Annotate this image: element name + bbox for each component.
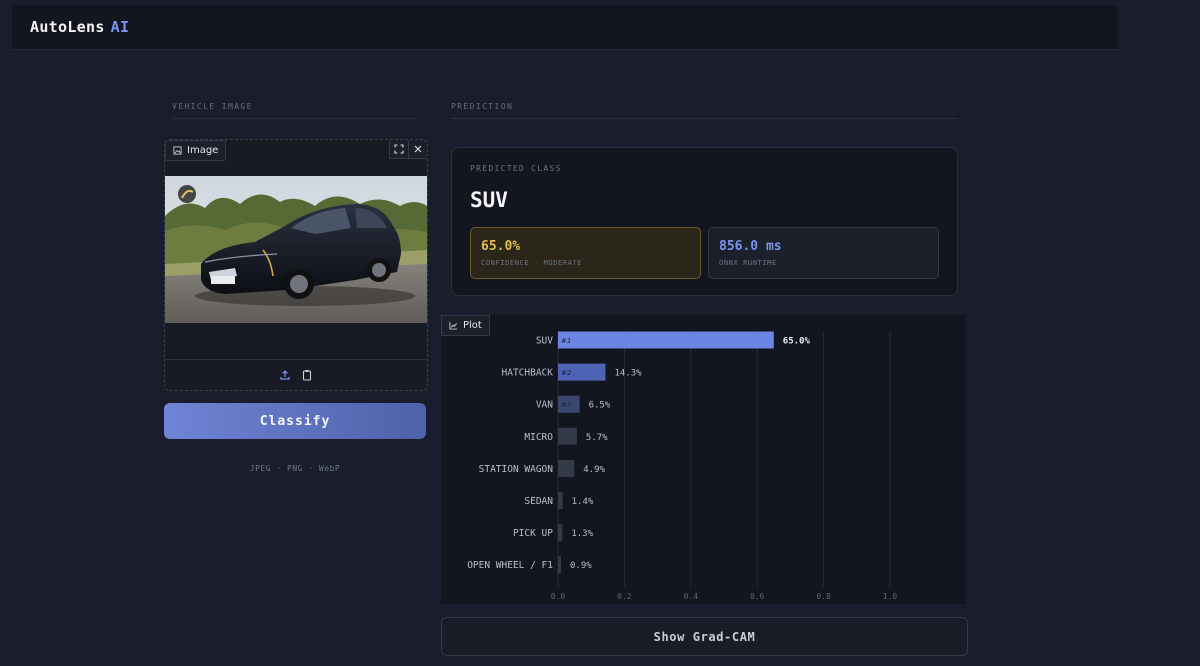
rank-label: #1 xyxy=(561,337,571,345)
x-tick-label: 0.0 xyxy=(551,592,566,601)
divider xyxy=(451,118,958,119)
value-label: 4.9% xyxy=(583,465,605,475)
brand-accent: AI xyxy=(110,18,130,36)
category-label: PICK UP xyxy=(513,528,553,539)
show-gradcam-button[interactable]: Show Grad-CAM xyxy=(441,617,968,656)
brand-name: AutoLens xyxy=(30,18,105,36)
runtime-metric: 856.0 ms ONNX RUNTIME xyxy=(708,227,939,279)
rank-label: #2 xyxy=(561,369,572,377)
value-label: 14.3% xyxy=(614,369,642,379)
category-label: MICRO xyxy=(524,432,553,443)
x-tick-label: 0.2 xyxy=(617,592,632,601)
prediction-card: PREDICTED CLASS SUV 65.0% CONFIDENCE · M… xyxy=(451,147,958,296)
x-tick-label: 1.0 xyxy=(883,592,898,601)
image-tag: Image xyxy=(165,140,227,161)
value-label: 1.3% xyxy=(571,529,593,539)
category-label: OPEN WHEEL / F1 xyxy=(467,560,553,571)
vehicle-photo xyxy=(165,176,427,323)
bar xyxy=(558,459,575,477)
x-tick-label: 0.6 xyxy=(750,592,765,601)
bar xyxy=(558,427,577,445)
predicted-class-value: SUV xyxy=(470,188,508,212)
plot-tag: Plot xyxy=(441,315,490,336)
confidence-metric: 65.0% CONFIDENCE · MODERATE xyxy=(470,227,701,279)
value-label: 65.0% xyxy=(783,337,811,347)
clipboard-icon[interactable] xyxy=(301,369,313,381)
supported-formats: JPEG · PNG · WebP xyxy=(249,464,341,473)
image-upload-panel[interactable]: Image xyxy=(164,139,428,391)
probability-plot: 0.0 0.2 0.4 0.6 0.8 1.0 SUV 65.0% #1 HATCHBACK 14.… xyxy=(441,315,966,604)
runtime-value: 856.0 ms xyxy=(719,239,782,254)
value-label: 6.5% xyxy=(589,401,611,411)
upload-toolbar xyxy=(165,359,427,390)
brand-logo[interactable]: AutoLens AI xyxy=(30,18,129,36)
plot-tag-label: Plot xyxy=(463,320,482,331)
probability-chart: 0.0 0.2 0.4 0.6 0.8 1.0 SUV 65.0% #1 HATCHBACK 14.… xyxy=(467,331,898,601)
x-tick-label: 0.8 xyxy=(816,592,831,601)
value-label: 0.9% xyxy=(570,561,592,571)
bar xyxy=(558,556,561,574)
divider xyxy=(172,118,416,119)
top-bar: AutoLens AI xyxy=(12,5,1118,50)
value-label: 1.4% xyxy=(572,497,594,507)
image-icon xyxy=(173,146,182,155)
classify-button[interactable]: Classify xyxy=(164,403,426,439)
category-label: HATCHBACK xyxy=(502,368,554,379)
image-tag-label: Image xyxy=(187,145,219,156)
category-label: VAN xyxy=(536,400,553,411)
prediction-section-label: PREDICTION xyxy=(451,102,514,111)
bar xyxy=(558,492,563,509)
category-label: SUV xyxy=(536,336,553,347)
vehicle-image-section-label: VEHICLE IMAGE xyxy=(172,102,253,111)
runtime-label: ONNX RUNTIME xyxy=(719,259,777,267)
category-label: STATION WAGON xyxy=(479,464,554,475)
fullscreen-button[interactable] xyxy=(389,140,408,159)
close-icon xyxy=(414,145,422,153)
chart-icon xyxy=(449,321,458,330)
clear-image-button[interactable] xyxy=(408,140,427,159)
confidence-label: CONFIDENCE · MODERATE xyxy=(481,259,583,267)
x-tick-label: 0.4 xyxy=(684,592,699,601)
rank-label: #3 xyxy=(561,401,571,409)
predicted-class-label: PREDICTED CLASS xyxy=(470,164,562,173)
upload-icon[interactable] xyxy=(279,369,291,381)
bar xyxy=(558,524,563,542)
bar xyxy=(558,331,774,349)
fullscreen-icon xyxy=(394,144,404,154)
value-label: 5.7% xyxy=(586,433,608,443)
confidence-value: 65.0% xyxy=(481,239,521,254)
category-label: SEDAN xyxy=(524,496,553,507)
